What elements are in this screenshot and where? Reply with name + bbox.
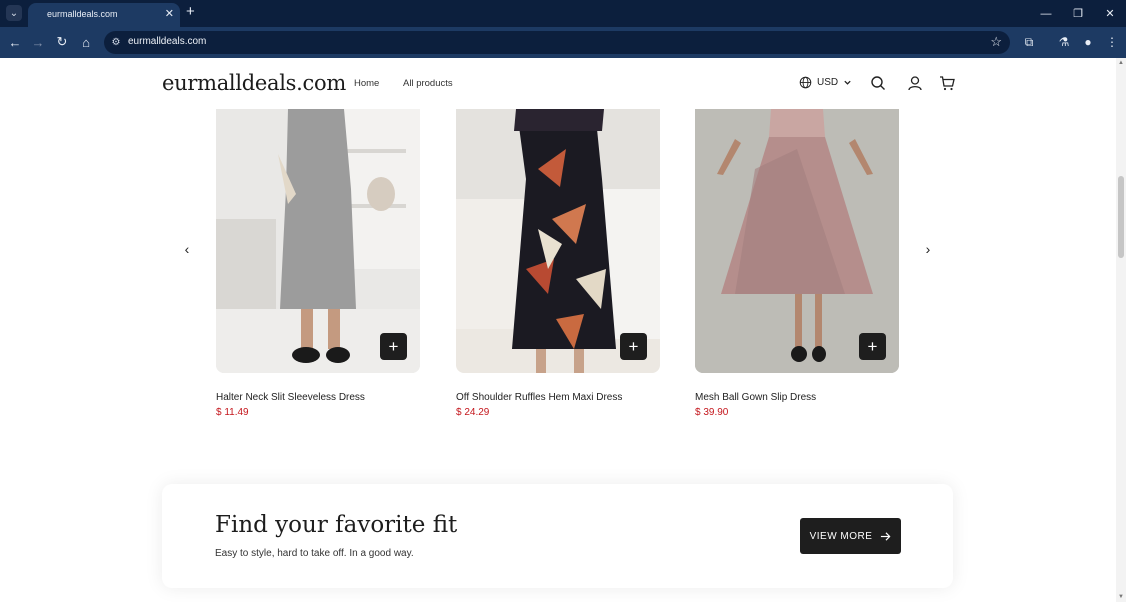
- currency-label: USD: [817, 77, 839, 88]
- product-card[interactable]: + Off Shoulder Ruffles Hem Maxi Dress $ …: [456, 109, 660, 418]
- close-window-icon[interactable]: ✕: [1094, 0, 1126, 27]
- site-settings-icon[interactable]: ⚙: [110, 36, 122, 48]
- nav-all-products-link[interactable]: All products: [403, 78, 453, 89]
- search-icon[interactable]: [870, 75, 886, 91]
- promo-subtitle: Easy to style, hard to take off. In a go…: [215, 548, 414, 559]
- extensions-icon[interactable]: ⧉: [1021, 34, 1037, 50]
- view-more-label: VIEW MORE: [809, 530, 873, 542]
- product-card[interactable]: + Halter Neck Slit Sleeveless Dress $ 11…: [216, 109, 420, 418]
- window-controls: — ❐ ✕: [1030, 0, 1126, 27]
- home-icon[interactable]: ⌂: [78, 34, 94, 50]
- arrow-right-icon: [881, 531, 891, 541]
- product-name[interactable]: Off Shoulder Ruffles Hem Maxi Dress: [456, 392, 660, 403]
- browser-menu-icon[interactable]: ⋮: [1104, 34, 1120, 50]
- product-name[interactable]: Mesh Ball Gown Slip Dress: [695, 392, 899, 403]
- scroll-up-icon[interactable]: ▲: [1118, 60, 1124, 66]
- chevron-down-icon: [844, 80, 851, 85]
- address-bar[interactable]: ⚙ eurmalldeals.com ☆: [104, 31, 1010, 54]
- labs-icon[interactable]: ⚗: [1056, 34, 1072, 50]
- globe-icon: [799, 76, 812, 89]
- forward-icon[interactable]: →: [30, 34, 46, 50]
- browser-tab-strip: ⌄ eurmalldeals.com ✕ + — ❐ ✕: [0, 0, 1126, 27]
- product-name[interactable]: Halter Neck Slit Sleeveless Dress: [216, 392, 420, 403]
- view-more-button[interactable]: VIEW MORE: [800, 518, 901, 554]
- add-to-cart-button[interactable]: +: [380, 333, 407, 360]
- add-to-cart-button[interactable]: +: [620, 333, 647, 360]
- product-price: $ 39.90: [695, 407, 729, 418]
- product-price: $ 11.49: [216, 407, 249, 418]
- reload-icon[interactable]: ↻: [54, 34, 70, 50]
- product-card[interactable]: + Mesh Ball Gown Slip Dress $ 39.90: [695, 109, 899, 418]
- product-price: $ 24.29: [456, 407, 490, 418]
- web-page: eurmalldeals.com Home All products USD ‹…: [0, 58, 1116, 602]
- new-tab-icon[interactable]: +: [186, 4, 195, 20]
- tab-close-icon[interactable]: ✕: [165, 7, 174, 20]
- promo-title: Find your favorite fit: [215, 512, 458, 538]
- browser-toolbar: ← → ↻ ⌂ ⚙ eurmalldeals.com ☆ ⧉ ⚗ ● ⋮: [0, 27, 1126, 58]
- cart-icon[interactable]: [939, 75, 955, 91]
- bookmark-star-icon[interactable]: ☆: [990, 34, 1002, 50]
- promo-banner: Find your favorite fit Easy to style, ha…: [162, 484, 953, 588]
- back-icon[interactable]: ←: [7, 34, 23, 50]
- tab-title: eurmalldeals.com: [47, 9, 118, 19]
- currency-selector[interactable]: USD: [799, 76, 852, 89]
- site-header: eurmalldeals.com Home All products USD: [0, 58, 1116, 109]
- page-scrollbar[interactable]: ▲ ▼: [1116, 58, 1126, 602]
- browser-tab[interactable]: eurmalldeals.com ✕: [28, 3, 180, 27]
- carousel-next-icon[interactable]: ›: [921, 241, 935, 257]
- scroll-down-icon[interactable]: ▼: [1118, 594, 1124, 600]
- address-url[interactable]: eurmalldeals.com: [128, 36, 206, 47]
- tab-search-icon[interactable]: ⌄: [6, 5, 22, 21]
- scrollbar-thumb[interactable]: [1118, 176, 1124, 258]
- add-to-cart-button[interactable]: +: [859, 333, 886, 360]
- carousel-prev-icon[interactable]: ‹: [180, 241, 194, 257]
- profile-icon[interactable]: ●: [1080, 34, 1096, 50]
- product-image-floral-dress[interactable]: +: [456, 109, 660, 373]
- nav-home-link[interactable]: Home: [354, 78, 379, 89]
- account-icon[interactable]: [907, 75, 923, 91]
- minimize-icon[interactable]: —: [1030, 0, 1062, 27]
- product-image-grey-dress[interactable]: +: [216, 109, 420, 373]
- product-image-pink-gown[interactable]: +: [695, 109, 899, 373]
- restore-icon[interactable]: ❐: [1062, 0, 1094, 27]
- site-logo[interactable]: eurmalldeals.com: [162, 71, 346, 95]
